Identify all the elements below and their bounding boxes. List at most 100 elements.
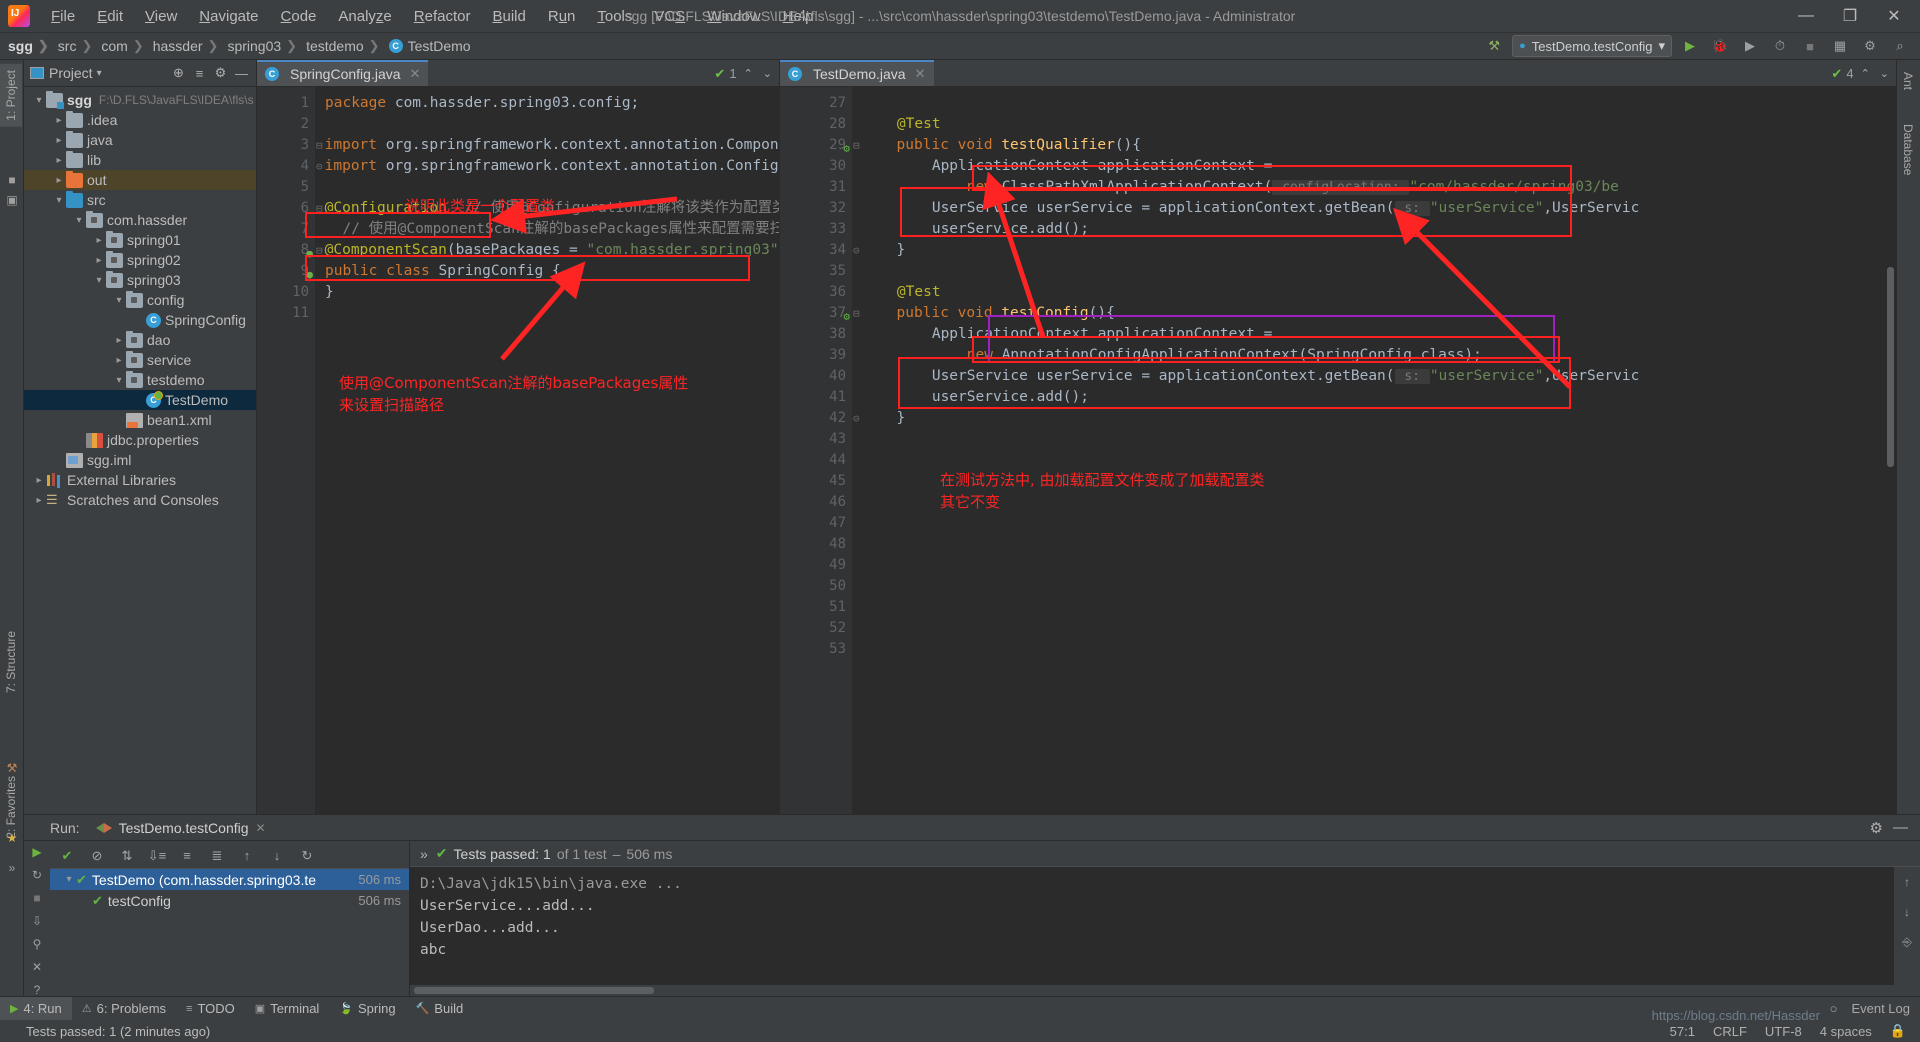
tree-node-jdbc-properties[interactable]: jdbc.properties xyxy=(24,430,256,450)
menu-tools[interactable]: Tools xyxy=(586,4,643,29)
tree-expand-arrow[interactable]: ▸ xyxy=(32,475,46,486)
tree-node-java[interactable]: ▸ java xyxy=(24,130,256,150)
code-line[interactable]: @Test xyxy=(852,114,1896,135)
tree-node-testdemo[interactable]: C TestDemo xyxy=(24,390,256,410)
dump-threads-icon[interactable]: ⇩ xyxy=(28,914,46,928)
build-hammer-icon[interactable]: ⚒ xyxy=(1482,35,1506,57)
code-line[interactable] xyxy=(852,261,1896,282)
tree-expand-arrow[interactable]: ▸ xyxy=(52,135,66,146)
hide-run-panel-icon[interactable]: — xyxy=(1893,819,1908,836)
code-line[interactable]: @Test xyxy=(852,282,1896,303)
code-line[interactable]: public class SpringConfig { xyxy=(315,261,779,282)
code-line[interactable]: ⊝ } xyxy=(852,408,1896,429)
breadcrumb-item-hassder[interactable]: hassder ❯ xyxy=(151,38,226,54)
menu-build[interactable]: Build xyxy=(481,4,536,29)
code-line[interactable]: new ClassPathXmlApplicationContext( conf… xyxy=(852,177,1896,198)
tree-node-config[interactable]: ▾ config xyxy=(24,290,256,310)
menu-view[interactable]: View xyxy=(134,4,188,29)
run-panel-header-actions[interactable]: ⚙ — xyxy=(1870,819,1920,837)
code-line[interactable]: // 使用@ComponentScan注解的basePackages属性来配置需… xyxy=(315,219,779,240)
scroll-up-icon[interactable]: ↑ xyxy=(1898,873,1916,891)
breadcrumb-item-testdemo[interactable]: testdemo ❯ xyxy=(304,38,387,54)
stop-icon[interactable]: ■ xyxy=(28,891,46,905)
tab-springconfig-java[interactable]: C SpringConfig.java ✕ xyxy=(257,60,429,86)
menu-help[interactable]: Help xyxy=(772,4,825,29)
tree-expand-arrow[interactable]: ▸ xyxy=(52,115,66,126)
tree-node-spring03[interactable]: ▾ spring03 xyxy=(24,270,256,290)
event-log-button[interactable]: ○ Event Log xyxy=(1830,1001,1920,1016)
project-settings-gear-icon[interactable]: ⚙ xyxy=(210,63,231,84)
navbar-actions[interactable]: ⚒ ● TestDemo.testConfig ▾ ▶ 🐞 ▶ ⏱ ■ ▦ ⚙ … xyxy=(1482,35,1920,57)
show-ignored-icon[interactable]: ⊘ xyxy=(88,847,106,865)
test-tree-rows[interactable]: ▾ ✔ TestDemo (com.hassder.spring03.te 506 m… xyxy=(50,869,409,911)
tree-node-out[interactable]: ▸ out xyxy=(24,170,256,190)
chevron-down-icon[interactable]: ▾ xyxy=(1658,38,1665,54)
toolwindow-button-todo[interactable]: ≡ TODO xyxy=(176,997,245,1021)
debug-button[interactable]: 🐞 xyxy=(1708,35,1732,57)
close-button[interactable]: ✕ xyxy=(1872,0,1916,32)
code-line[interactable]: ApplicationContext applicationContext = xyxy=(852,324,1896,345)
menu-analyze[interactable]: Analyze xyxy=(327,4,402,29)
breadcrumb-item-spring03[interactable]: spring03 ❯ xyxy=(225,38,304,54)
code-line[interactable] xyxy=(852,450,1896,471)
breadcrumb-item-testdemo[interactable]: C TestDemo xyxy=(387,38,473,54)
test-results-tree[interactable]: ✔ ⊘ ⇅ ⇩≡ ≡ ≣ ↑ ↓ ↻ ▾ ✔ TestDemo (com.hassd… xyxy=(50,841,410,996)
settings-gear-icon[interactable]: ⚙ xyxy=(1858,35,1882,57)
sidebar-item-ant[interactable]: Ant xyxy=(1897,66,1919,96)
locate-file-icon[interactable]: ⊕ xyxy=(168,63,189,84)
code-line[interactable]: ⊝ } xyxy=(852,240,1896,261)
test-tree-toolbar[interactable]: ✔ ⊘ ⇅ ⇩≡ ≡ ≣ ↑ ↓ ↻ xyxy=(50,843,409,869)
menu-navigate[interactable]: Navigate xyxy=(188,4,269,29)
expand-strip-icon[interactable]: » xyxy=(4,860,20,876)
tree-expand-arrow[interactable]: ▸ xyxy=(92,235,106,246)
console-side-toolbar[interactable]: ↑ ↓ ⎆ xyxy=(1894,867,1920,985)
prev-highlight-icon[interactable]: ⌃ xyxy=(741,67,756,80)
code-line[interactable] xyxy=(852,93,1896,114)
close-icon[interactable]: ✕ xyxy=(410,66,421,82)
run-coverage-button[interactable]: ▶ xyxy=(1738,35,1762,57)
test-history-icon[interactable]: ↻ xyxy=(298,847,316,865)
code-line[interactable] xyxy=(315,114,779,135)
breadcrumb-item-src[interactable]: src ❯ xyxy=(56,38,100,54)
code-line[interactable] xyxy=(852,618,1896,639)
line-separator[interactable]: CRLF xyxy=(1713,1024,1747,1039)
profile-button[interactable]: ⏱ xyxy=(1768,35,1792,57)
menu-refactor[interactable]: Refactor xyxy=(403,4,482,29)
tree-node-spring02[interactable]: ▸ spring02 xyxy=(24,250,256,270)
code-line[interactable] xyxy=(315,303,779,324)
left-tool-strip[interactable]: 1: Project ■ ▣ 7: Structure 2: Favorites… xyxy=(0,60,24,1018)
prev-highlight-icon[interactable]: ⌃ xyxy=(1858,67,1873,80)
tree-expand-arrow[interactable]: ▾ xyxy=(112,295,126,306)
run-tab[interactable]: TestDemo.testConfig ✕ xyxy=(95,820,266,836)
code-line[interactable]: ApplicationContext applicationContext = xyxy=(852,156,1896,177)
window-controls[interactable]: — ❐ ✕ xyxy=(1784,0,1920,32)
code-line[interactable]: ⊟ @ComponentScan(basePackages = "com.hass… xyxy=(315,240,779,261)
tree-expand-arrow[interactable]: ▾ xyxy=(52,195,66,206)
code-line[interactable] xyxy=(852,597,1896,618)
tree-node-scratches-and-consoles[interactable]: ▸ ☰ Scratches and Consoles xyxy=(24,490,256,510)
tree-expand-arrow[interactable]: ▸ xyxy=(52,155,66,166)
menu-edit[interactable]: Edit xyxy=(86,4,134,29)
tree-node-com-hassder[interactable]: ▾ com.hassder xyxy=(24,210,256,230)
scroll-down-icon[interactable]: ↓ xyxy=(1898,903,1916,921)
sort-duration-icon[interactable]: ⇩≡ xyxy=(148,847,166,865)
code-line[interactable] xyxy=(852,471,1896,492)
maximize-button[interactable]: ❐ xyxy=(1828,0,1872,32)
help-icon[interactable]: ? xyxy=(28,983,46,997)
tree-expand-arrow[interactable]: ▸ xyxy=(32,495,46,506)
code-line[interactable]: ⊟ import org.springframework.context.anno… xyxy=(315,135,779,156)
run-actions-toolbar[interactable]: ▶ ↻ ■ ⇩ ⚲ ✕ ? xyxy=(24,841,50,997)
sidebar-item-structure[interactable]: 7: Structure xyxy=(0,625,22,699)
close-icon[interactable]: ✕ xyxy=(256,821,266,835)
code-line[interactable] xyxy=(852,492,1896,513)
tree-node-spring01[interactable]: ▸ spring01 xyxy=(24,230,256,250)
caret-position[interactable]: 57:1 xyxy=(1670,1024,1695,1039)
tree-node-bean1-xml[interactable]: bean1.xml xyxy=(24,410,256,430)
collapse-all-icon[interactable]: ≡ xyxy=(189,63,210,84)
run-button[interactable]: ▶ xyxy=(1678,35,1702,57)
next-test-icon[interactable]: ↓ xyxy=(268,847,286,865)
menu-file[interactable]: File xyxy=(40,4,86,29)
code-line[interactable]: ⊝ import org.springframework.context.anno… xyxy=(315,156,779,177)
menu-vcs[interactable]: VCS xyxy=(643,4,696,29)
lock-icon[interactable]: 🔒 xyxy=(1890,1023,1906,1039)
